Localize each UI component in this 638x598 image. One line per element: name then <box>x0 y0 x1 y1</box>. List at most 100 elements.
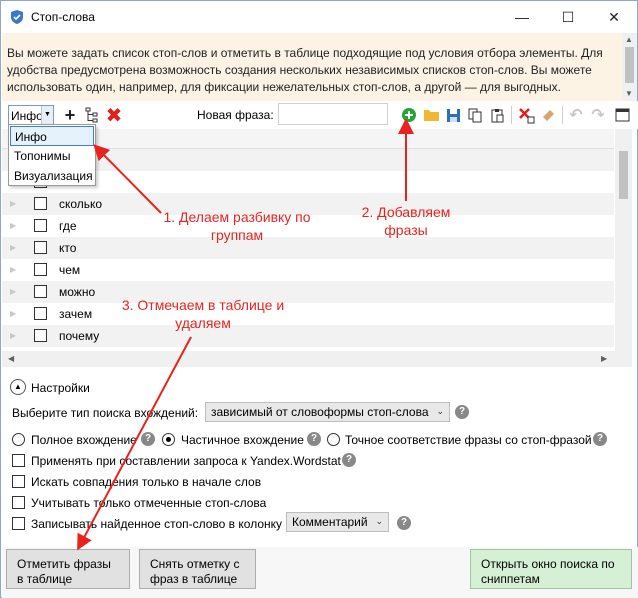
row-pointer-icon: ▶ <box>10 287 17 296</box>
checkbox-marked-only-label: Учитывать только отмеченные стоп-слова <box>31 496 267 510</box>
table-vertical-scrollbar[interactable] <box>615 129 632 367</box>
row-checkbox[interactable] <box>34 263 47 276</box>
group-select[interactable]: Инфо ▼ <box>8 105 54 125</box>
unmark-phrases-button[interactable]: Снять отметку с фраз в таблице <box>139 549 256 589</box>
row-pointer-icon: ▶ <box>10 331 17 340</box>
close-button[interactable]: ✕ <box>591 1 637 33</box>
info-banner: Вы можете задать список стоп-слов и отме… <box>2 33 622 101</box>
undo-icon[interactable]: ↶ <box>566 105 586 125</box>
help-icon[interactable]: ? <box>455 405 469 419</box>
help-icon[interactable]: ? <box>141 432 155 446</box>
table-row[interactable]: ▶ можно <box>2 281 614 303</box>
radio-partial-label: Частичное вхождение <box>181 433 304 447</box>
window-layout-icon[interactable] <box>612 105 632 125</box>
settings-collapse-icon[interactable]: ▲ <box>10 379 26 395</box>
row-word: почему <box>59 329 100 343</box>
minimize-button[interactable]: — <box>499 1 545 33</box>
radio-exact-match[interactable] <box>327 433 340 446</box>
close-icon: ✕ <box>608 8 620 25</box>
stop-words-window: Стоп-слова — ☐ ✕ Вы можете задать список… <box>0 0 638 598</box>
help-icon[interactable]: ? <box>593 432 607 446</box>
save-icon[interactable] <box>443 105 463 125</box>
annotation-step-3: 3. Отмечаем в таблице и удаляем <box>121 297 285 331</box>
checkbox-word-start[interactable] <box>12 475 25 488</box>
window-title: Стоп-слова <box>31 10 95 24</box>
info-scrollbar[interactable]: ▲ ▼ <box>622 33 637 101</box>
dropdown-item-visualization[interactable]: Визуализация <box>10 166 94 186</box>
group-select-value: Инфо <box>11 109 43 123</box>
row-word: можно <box>59 285 96 299</box>
row-pointer-icon: ▶ <box>10 309 17 318</box>
radio-exact-label: Точное соответствие фразы со стоп-фразой <box>345 433 592 447</box>
scroll-left-icon[interactable]: ◀ <box>8 354 14 363</box>
checkbox-write-column-label: Записывать найденное стоп-слово в колонк… <box>31 517 283 531</box>
minimize-icon: — <box>515 9 529 25</box>
chevron-down-icon: ⌄ <box>436 406 444 416</box>
radio-full-match[interactable] <box>12 433 25 446</box>
folder-open-icon[interactable] <box>421 105 441 125</box>
scroll-thumb[interactable] <box>625 47 634 83</box>
checkbox-marked-only[interactable] <box>12 496 25 509</box>
dropdown-item-toponyms[interactable]: Топонимы <box>10 146 94 166</box>
checkbox-write-column[interactable] <box>12 517 25 530</box>
table-row[interactable]: ▶ почему <box>2 325 614 347</box>
add-group-icon[interactable]: + <box>60 105 80 125</box>
chevron-down-icon[interactable]: ▼ <box>41 106 53 124</box>
row-word: сколько <box>59 197 103 211</box>
help-icon[interactable]: ? <box>307 432 321 446</box>
tree-structure-icon[interactable] <box>82 105 102 125</box>
delete-marked-icon[interactable] <box>516 105 536 125</box>
row-checkbox[interactable] <box>34 197 47 210</box>
search-type-select[interactable]: зависимый от словоформы стоп-слова ⌄ <box>205 402 450 422</box>
help-icon[interactable]: ? <box>397 516 411 530</box>
annotation-step-1: 1. Делаем разбивку по группам <box>163 209 311 243</box>
radio-full-label: Полное вхождение <box>31 433 137 447</box>
scroll-down-icon[interactable]: ▼ <box>625 89 633 98</box>
bottom-action-bar: Отметить фразы в таблице Снять отметку с… <box>2 547 638 598</box>
search-type-label: Выберите тип поиска вхождений: <box>12 406 199 420</box>
new-phrase-input[interactable] <box>278 103 388 125</box>
toolbar-divider <box>511 106 512 124</box>
row-pointer-icon: ▶ <box>10 199 17 208</box>
column-value: Комментарий <box>292 515 368 529</box>
radio-partial-match[interactable] <box>162 433 175 446</box>
paste-icon[interactable] <box>487 105 507 125</box>
table-row[interactable]: ▶ зачем <box>2 303 614 325</box>
scroll-up-icon[interactable]: ▲ <box>625 35 633 44</box>
copy-icon[interactable] <box>465 105 485 125</box>
delete-group-icon[interactable]: ✖ <box>104 105 124 127</box>
eraser-icon[interactable] <box>538 105 558 125</box>
help-icon[interactable]: ? <box>342 453 356 467</box>
checkbox-wordstat[interactable] <box>12 454 25 467</box>
table-horizontal-scrollbar[interactable]: ◀ ▶ <box>2 351 615 367</box>
title-bar: Стоп-слова — ☐ ✕ <box>1 1 637 33</box>
add-phrase-icon[interactable] <box>399 105 419 125</box>
row-word: где <box>59 219 77 233</box>
row-checkbox[interactable] <box>34 241 47 254</box>
mark-phrases-button[interactable]: Отметить фразы в таблице <box>6 549 130 589</box>
new-phrase-label: Новая фраза: <box>197 108 274 122</box>
toolbar-divider <box>562 106 563 124</box>
search-type-value: зависимый от словоформы стоп-слова <box>211 405 429 419</box>
row-pointer-icon: ▶ <box>10 265 17 274</box>
dropdown-item-info[interactable]: Инфо <box>10 126 94 146</box>
row-checkbox[interactable] <box>34 219 47 232</box>
maximize-icon: ☐ <box>561 8 575 25</box>
row-checkbox[interactable] <box>34 307 47 320</box>
open-snippet-search-button[interactable]: Открыть окно поиска по сниппетам <box>470 549 632 589</box>
column-select[interactable]: Комментарий ⌄ <box>286 512 389 532</box>
redo-icon[interactable]: ↷ <box>588 105 608 125</box>
maximize-button[interactable]: ☐ <box>545 1 591 33</box>
row-word: кто <box>59 241 77 255</box>
scroll-right-icon[interactable]: ▶ <box>601 354 607 363</box>
shield-app-icon <box>11 10 23 24</box>
toolbar: Инфо ▼ + ✖ Новая фраза: ↶ ↷ <box>2 101 638 129</box>
row-checkbox[interactable] <box>34 329 47 342</box>
scroll-thumb[interactable] <box>619 151 628 199</box>
row-checkbox[interactable] <box>34 285 47 298</box>
group-dropdown-list: Инфо Топонимы Визуализация <box>8 124 96 186</box>
settings-label: Настройки <box>31 381 90 395</box>
table-row[interactable]: ▶ чем <box>2 259 614 281</box>
checkbox-word-start-label: Искать совпадения только в начале слов <box>31 475 262 489</box>
row-word: зачем <box>59 307 93 321</box>
